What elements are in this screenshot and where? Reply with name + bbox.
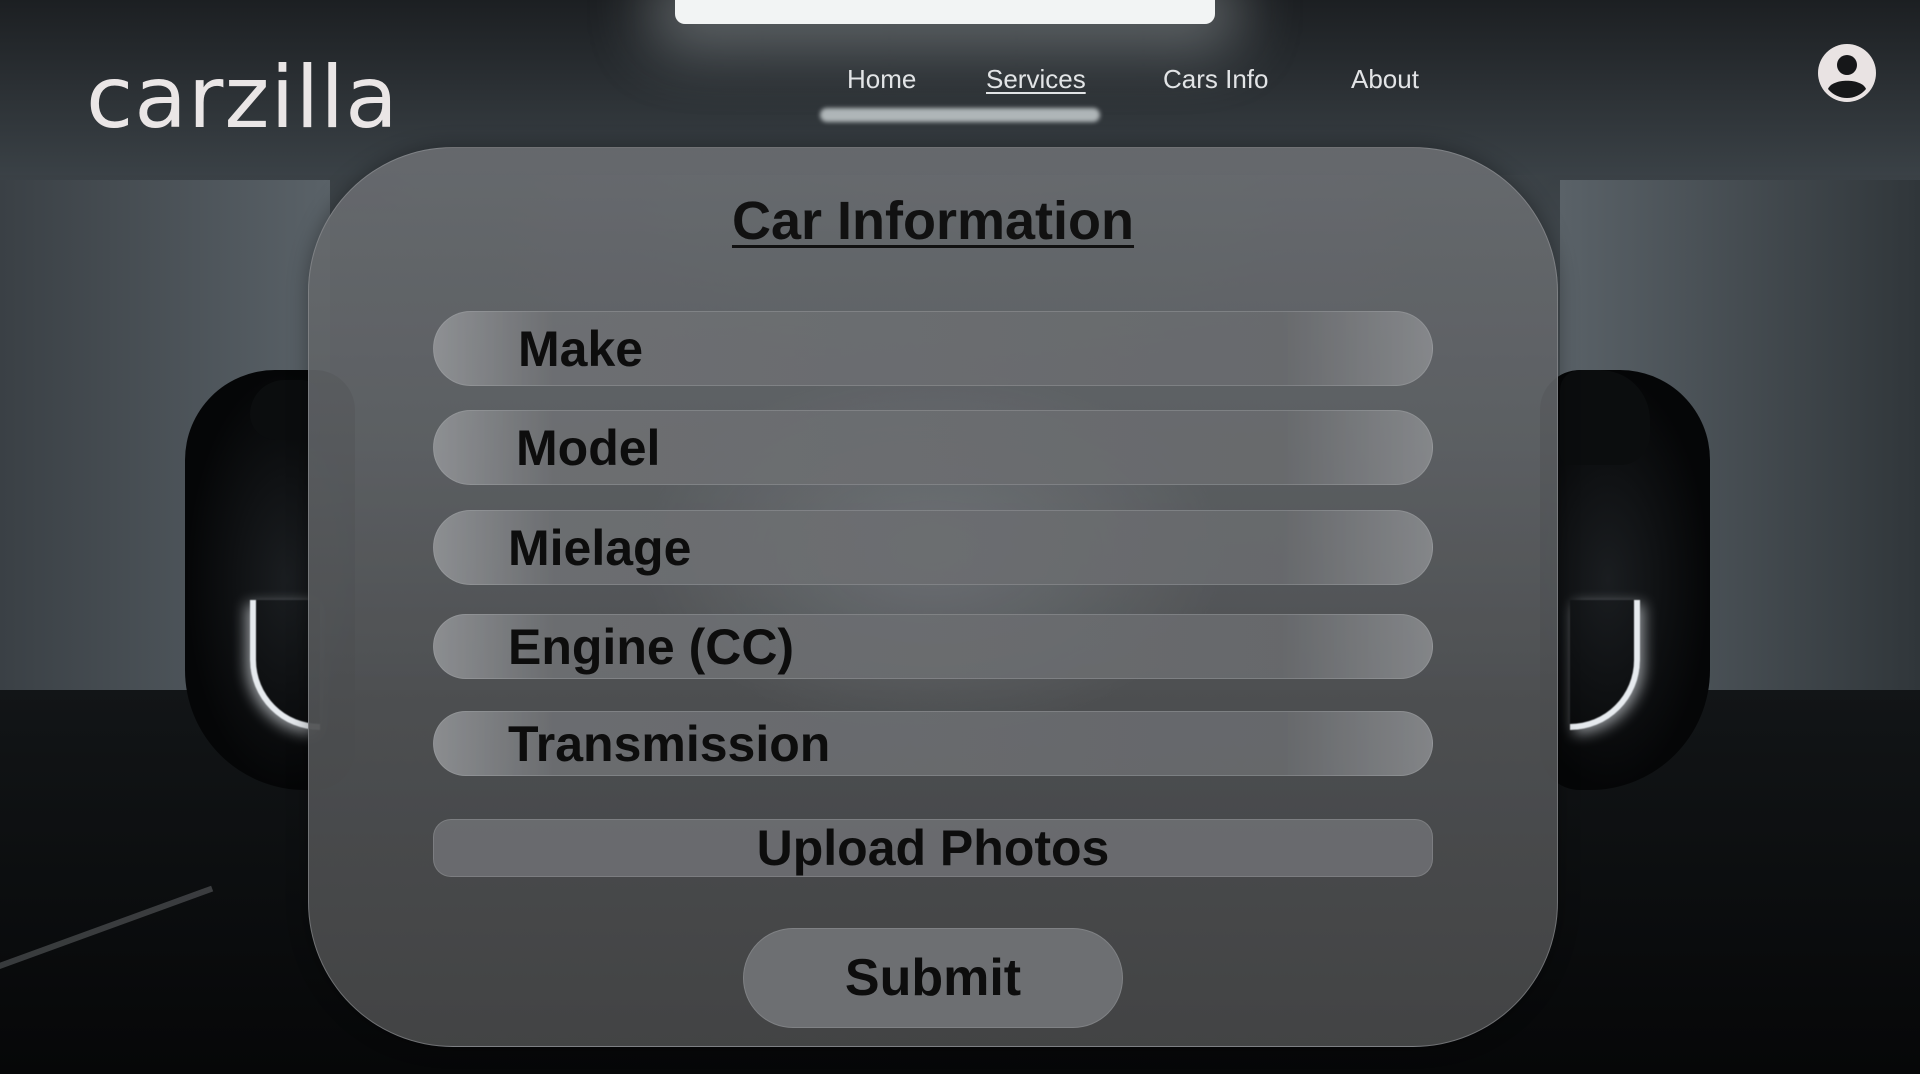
submit-label: Submit [844, 949, 1022, 1007]
mileage-label: Mielage [508, 519, 692, 576]
engine-cc-label: Engine (CC) [508, 618, 795, 675]
car-info-panel: Car Information Make Model Mielage Engin… [308, 147, 1558, 1047]
transmission-field[interactable]: Transmission [433, 711, 1433, 776]
upload-photos-label: Upload Photos [756, 820, 1110, 876]
brand-logo[interactable]: carzilla [86, 48, 399, 148]
ceiling-light [675, 0, 1215, 24]
model-field[interactable]: Model [433, 410, 1433, 485]
nav-services[interactable]: Services [986, 64, 1086, 95]
model-label: Model [516, 419, 661, 476]
transmission-label: Transmission [508, 715, 831, 772]
engine-cc-field[interactable]: Engine (CC) [433, 614, 1433, 679]
nav-cars-info[interactable]: Cars Info [1163, 64, 1269, 95]
nav-home[interactable]: Home [847, 64, 916, 95]
nav-about[interactable]: About [1351, 64, 1419, 95]
user-account-icon[interactable] [1817, 43, 1877, 103]
submit-button[interactable]: Submit [743, 928, 1123, 1028]
mileage-field[interactable]: Mielage [433, 510, 1433, 585]
make-label: Make [518, 320, 644, 377]
upload-photos-button[interactable]: Upload Photos [433, 819, 1433, 877]
main-nav: Home Services Cars Info About [0, 64, 1920, 98]
ceiling-light-secondary [820, 108, 1100, 122]
make-field[interactable]: Make [433, 311, 1433, 386]
form-title: Car Information [731, 191, 1135, 251]
